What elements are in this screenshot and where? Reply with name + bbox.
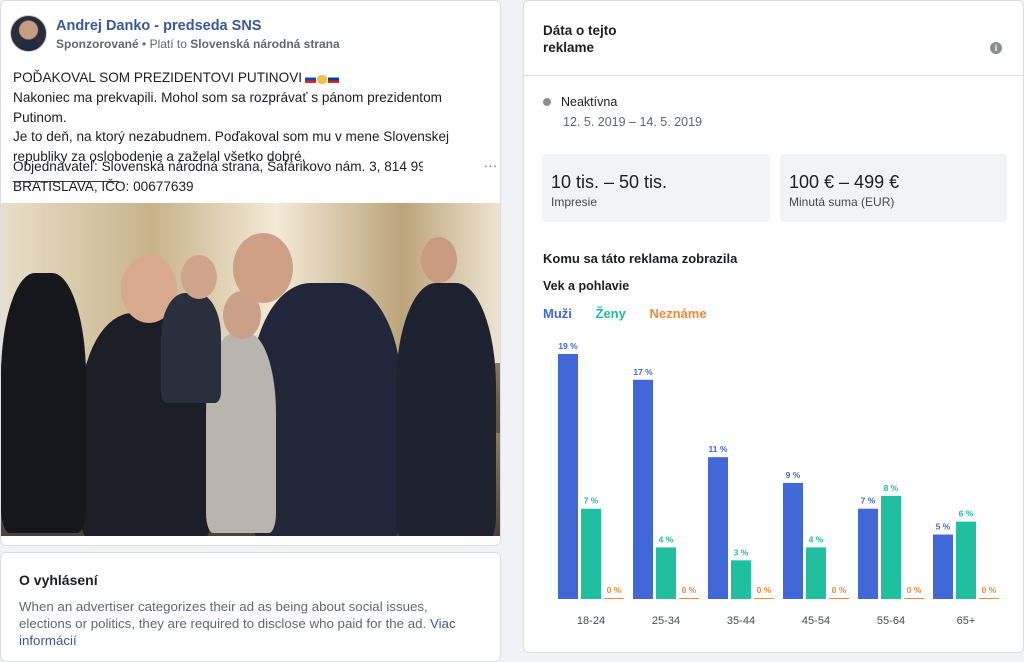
bar-women-65+[interactable] [956, 521, 976, 599]
bar-label-men-55-64: 7 % [861, 496, 876, 506]
legend-unknown[interactable]: Neznáme [649, 306, 706, 321]
legend-men[interactable]: Muži [543, 306, 572, 321]
spend-label: Minutá suma (EUR) [789, 195, 895, 209]
dot-separator: • [142, 37, 150, 51]
orderer-line-1: Objednávateľ: Slovenská národná strana, … [13, 159, 423, 174]
ad-data-panel: Dáta o tejto reklame i Neaktívna 12. 5. … [523, 0, 1024, 653]
status-dot-icon [543, 98, 551, 106]
bar-label-men-18-24: 19 % [558, 341, 578, 351]
panel-header: Dáta o tejto reklame i [524, 1, 1023, 76]
bar-unknown-25-34[interactable] [679, 598, 699, 599]
sponsored-line: Sponzorované • Platí to Slovenská národn… [56, 37, 340, 51]
ad-card: Andrej Danko - predseda SNS Sponzorované… [0, 0, 501, 546]
bar-label-men-45-54: 9 % [786, 470, 801, 480]
bar-label-men-35-44: 11 % [709, 444, 728, 454]
bar-label-women-18-24: 7 % [584, 496, 599, 506]
photo-head-woman [223, 291, 261, 339]
bar-label-women-55-64: 8 % [884, 483, 899, 493]
ad-body-line-1: Nakoniec ma prekvapili. Mohol som sa roz… [13, 90, 442, 125]
ad-header: Andrej Danko - predseda SNS Sponzorované… [1, 1, 500, 61]
ad-body-line-2: Je to deň, na ktorý nezabudnem. Poďakova… [13, 129, 450, 145]
x-tick-65+: 65+ [957, 615, 976, 627]
photo-head-back [181, 255, 217, 299]
about-card: O vyhlásení When an advertiser categoriz… [0, 552, 501, 662]
about-text: When an advertiser categorizes their ad … [19, 599, 428, 631]
bar-women-18-24[interactable] [581, 508, 601, 599]
x-tick-35-44: 35-44 [727, 615, 755, 627]
ad-headline-line: POĎAKOVAL SOM PREZIDENTOVI PUTINOVI [13, 68, 498, 88]
impressions-label: Impresie [551, 195, 598, 209]
photo-figure-far-right [396, 283, 496, 536]
bar-unknown-45-54[interactable] [829, 598, 849, 599]
russian-flag-icon [328, 75, 340, 84]
photo-figure-back [161, 293, 221, 403]
bar-women-55-64[interactable] [881, 495, 901, 599]
bar-label-men-25-34: 17 % [633, 367, 653, 377]
bar-women-35-44[interactable] [731, 560, 751, 599]
bar-women-45-54[interactable] [806, 547, 826, 599]
orderer-disclaimer: Objednávateľ: Slovenská národná strana, … [13, 157, 423, 196]
handshake-icon [317, 74, 328, 84]
age-gender-chart: 19 % 7 % 0 % 18-24 17 % 4 % 0 % 25-34 11 % 3 % 0 %… [558, 341, 999, 627]
ad-headline: POĎAKOVAL SOM PREZIDENTOVI PUTINOVI [13, 70, 303, 85]
status-dates: 12. 5. 2019 – 14. 5. 2019 [563, 115, 703, 129]
see-more-button[interactable]: ... [484, 155, 498, 170]
bar-unknown-35-44[interactable] [754, 598, 774, 599]
info-icon[interactable]: i [990, 42, 1002, 54]
orderer-line-2: BRATISLAVA, IČO: 00677639 [13, 178, 194, 194]
bar-men-35-44[interactable] [708, 457, 728, 599]
bar-label-men-65+: 5 % [936, 522, 951, 532]
about-title: O vyhlásení [19, 572, 98, 588]
bar-label-unknown-25-34: 0 % [682, 585, 697, 595]
ad-photo[interactable] [1, 203, 500, 536]
x-tick-55-64: 55-64 [877, 615, 905, 627]
bar-label-women-35-44: 3 % [734, 547, 749, 557]
bar-label-unknown-18-24: 0 % [607, 585, 622, 595]
bar-label-unknown-65+: 0 % [982, 585, 997, 595]
about-body: When an advertiser categorizes their ad … [19, 598, 479, 649]
chart-legend: Muži Ženy Neznáme [543, 306, 727, 321]
bar-unknown-55-64[interactable] [904, 598, 924, 599]
x-tick-18-24: 18-24 [577, 615, 605, 627]
bar-label-women-25-34: 4 % [659, 534, 674, 544]
page-avatar[interactable] [10, 15, 47, 52]
x-tick-45-54: 45-54 [802, 615, 830, 627]
bar-men-55-64[interactable] [858, 508, 878, 599]
spend-box: 100 € – 499 € Minutá suma (EUR) [780, 154, 1007, 222]
sponsored-label: Sponzorované [56, 37, 139, 51]
flag-emojis-icon [305, 69, 340, 89]
audience-title: Komu sa táto reklama zobrazila [543, 251, 738, 266]
photo-figure-camera [1, 273, 86, 533]
legend-women[interactable]: Ženy [596, 306, 626, 321]
bar-unknown-18-24[interactable] [604, 598, 624, 599]
bar-label-women-45-54: 4 % [809, 534, 824, 544]
status-label: Neaktívna [561, 95, 618, 109]
photo-head-far-right [421, 237, 457, 283]
bar-label-women-65+: 6 % [959, 509, 974, 519]
x-tick-25-34: 25-34 [652, 615, 680, 627]
paid-by-link[interactable]: Slovenská národná strana [190, 37, 339, 51]
impressions-box: 10 tis. – 50 tis. Impresie [542, 154, 770, 222]
bar-men-45-54[interactable] [783, 482, 803, 599]
bar-men-18-24[interactable] [558, 354, 578, 599]
bar-men-65+[interactable] [933, 534, 953, 599]
bar-unknown-65+[interactable] [979, 598, 999, 599]
age-gender-title: Vek a pohlavie [543, 279, 630, 293]
panel-title: Dáta o tejto reklame [543, 23, 617, 55]
impressions-value: 10 tis. – 50 tis. [551, 172, 668, 192]
page-name-link[interactable]: Andrej Danko - predseda SNS [56, 18, 261, 34]
slovak-flag-icon [305, 75, 317, 84]
bar-label-unknown-35-44: 0 % [757, 585, 772, 595]
spend-value: 100 € – 499 € [789, 172, 900, 192]
bar-label-unknown-45-54: 0 % [832, 585, 847, 595]
bar-women-25-34[interactable] [656, 547, 676, 599]
bar-label-unknown-55-64: 0 % [907, 585, 922, 595]
paid-by-prefix: Platí to [149, 37, 187, 51]
bar-men-25-34[interactable] [633, 379, 653, 599]
